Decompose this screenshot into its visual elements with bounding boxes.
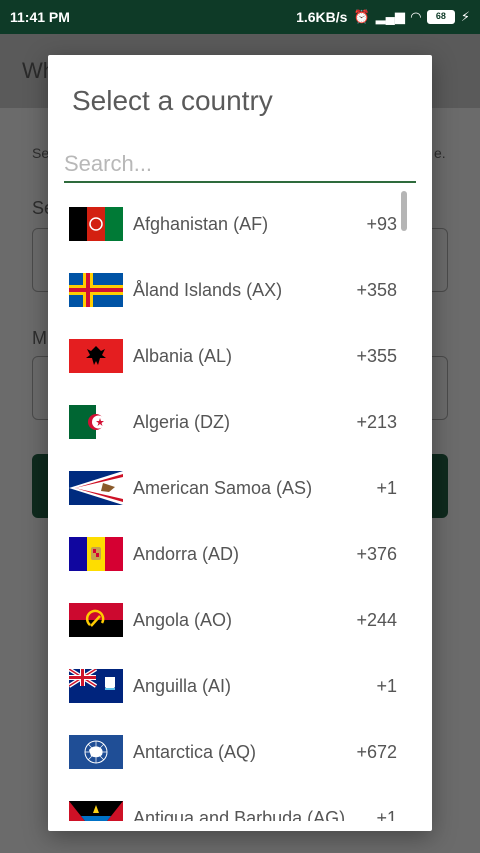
country-name: Antarctica (AQ)	[133, 741, 257, 762]
dial-code: +93	[366, 213, 397, 234]
country-row-af[interactable]: Afghanistan (AF) +93	[48, 191, 432, 257]
background-label-mobile: M	[32, 328, 47, 348]
list-scrollbar[interactable]	[401, 191, 407, 231]
dial-code: +376	[356, 543, 397, 564]
country-name: American Samoa (AS)	[133, 477, 313, 498]
country-row-al[interactable]: Albania (AL) +355	[48, 323, 432, 389]
country-name: Angola (AO)	[133, 609, 233, 630]
flag-as-icon	[69, 471, 123, 505]
search-input[interactable]	[64, 147, 416, 183]
alarm-off-icon: ⏰	[353, 9, 370, 24]
country-row-ai[interactable]: Anguilla (AI) +1	[48, 653, 432, 719]
country-row-ax[interactable]: Åland Islands (AX) +358	[48, 257, 432, 323]
status-time: 11:41 PM	[10, 9, 70, 25]
flag-dz-icon	[69, 405, 123, 439]
dial-code: +213	[356, 411, 397, 432]
flag-ag-icon	[69, 801, 123, 821]
country-row-aq[interactable]: Antarctica (AQ) +672	[48, 719, 432, 785]
dial-code: +358	[356, 279, 397, 300]
country-name: Andorra (AD)	[133, 543, 240, 564]
dial-code: +1	[376, 675, 397, 696]
background-description-left: Se	[32, 145, 50, 161]
country-row-ag[interactable]: Antigua and Barbuda (AG) +1	[48, 785, 432, 821]
status-icons: 1.6KB/s ⏰ ▂▄▆ ◠ 68 ⚡	[296, 9, 470, 25]
country-list[interactable]: Afghanistan (AF) +93 Åland Islands (AX) …	[48, 191, 432, 821]
charging-icon: ⚡	[460, 9, 470, 24]
dial-code: +672	[356, 741, 397, 762]
flag-ao-icon	[69, 603, 123, 637]
signal-icon: ▂▄▆	[375, 9, 405, 24]
flag-ai-icon	[69, 669, 123, 703]
background-description-right: e.	[434, 145, 446, 161]
country-row-as[interactable]: American Samoa (AS) +1	[48, 455, 432, 521]
country-row-dz[interactable]: Algeria (DZ) +213	[48, 389, 432, 455]
flag-aq-icon	[69, 735, 123, 769]
dialog-title: Select a country	[72, 85, 273, 116]
flag-al-icon	[69, 339, 123, 373]
network-speed: 1.6KB/s	[296, 9, 348, 25]
country-name: Åland Islands (AX)	[133, 279, 283, 300]
status-bar: 11:41 PM 1.6KB/s ⏰ ▂▄▆ ◠ 68 ⚡	[0, 0, 480, 34]
country-name: Antigua and Barbuda (AG)	[133, 807, 346, 822]
dial-code: +1	[376, 477, 397, 498]
country-row-ad[interactable]: Andorra (AD) +376	[48, 521, 432, 587]
flag-af-icon	[69, 207, 123, 241]
dial-code: +244	[356, 609, 397, 630]
country-name: Albania (AL)	[133, 345, 233, 366]
dial-code: +1	[376, 807, 397, 822]
battery-icon: 68	[426, 10, 455, 24]
wifi-icon: ◠	[410, 9, 421, 24]
country-name: Algeria (DZ)	[133, 411, 231, 432]
flag-ax-icon	[69, 273, 123, 307]
country-name: Afghanistan (AF)	[133, 213, 269, 234]
flag-ad-icon	[69, 537, 123, 571]
country-row-ao[interactable]: Angola (AO) +244	[48, 587, 432, 653]
dial-code: +355	[356, 345, 397, 366]
country-picker-dialog: Select a country Afghanistan (AF) +93 Ål…	[48, 55, 432, 831]
country-name: Anguilla (AI)	[133, 675, 232, 696]
